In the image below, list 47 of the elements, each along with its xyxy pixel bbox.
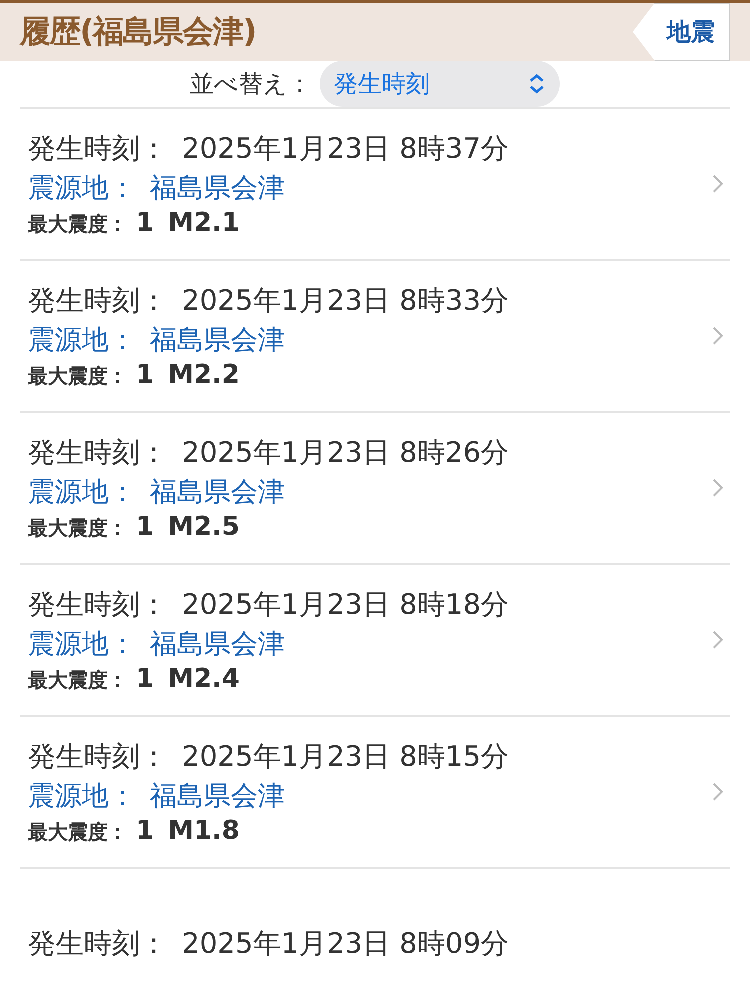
time-value: 2025年1月23日 8時09分 [182,926,510,962]
chevron-right-icon [712,174,724,194]
epicenter-label: 震源地： [28,172,136,206]
intensity-value: 1 [136,816,154,846]
epicenter-label: 震源地： [28,324,136,358]
magnitude-value: M2.5 [168,512,240,542]
time-value: 2025年1月23日 8時37分 [182,131,510,167]
chevron-right-icon [712,326,724,346]
time-label: 発生時刻： [28,283,168,319]
intensity-label: 最大震度： [28,515,128,542]
epicenter-value: 福島県会津 [150,172,285,206]
chevron-right-icon [712,782,724,802]
epicenter-label: 震源地： [28,780,136,814]
intensity-label: 最大震度： [28,211,128,238]
time-label: 発生時刻： [28,435,168,471]
time-label: 発生時刻： [28,739,168,775]
intensity-label: 最大震度： [28,667,128,694]
time-value: 2025年1月23日 8時18分 [182,587,510,623]
intensity-value: 1 [136,208,154,238]
sort-label: 並べ替え： [190,69,312,100]
back-button[interactable]: 地震 [633,3,730,61]
intensity-value: 1 [136,664,154,694]
chevron-right-icon [712,630,724,650]
epicenter-label: 震源地： [28,476,136,510]
magnitude-value: M2.2 [168,360,240,390]
time-label: 発生時刻： [28,587,168,623]
intensity-label: 最大震度： [28,363,128,390]
up-down-chevron-icon [528,73,546,95]
intensity-label: 最大震度： [28,819,128,846]
sort-select[interactable]: 発生時刻 [320,61,560,107]
epicenter-value: 福島県会津 [150,628,285,662]
epicenter-value: 福島県会津 [150,324,285,358]
intensity-value: 1 [136,512,154,542]
time-value: 2025年1月23日 8時26分 [182,435,510,471]
time-label: 発生時刻： [28,926,168,962]
page-title: 履歴(福島県会津) [20,13,256,52]
epicenter-label: 震源地： [28,628,136,662]
epicenter-value: 福島県会津 [150,476,285,510]
magnitude-value: M2.1 [168,208,240,238]
time-label: 発生時刻： [28,131,168,167]
time-value: 2025年1月23日 8時33分 [182,283,510,319]
chevron-right-icon [712,478,724,498]
magnitude-value: M2.4 [168,664,240,694]
epicenter-value: 福島県会津 [150,780,285,814]
magnitude-value: M1.8 [168,816,240,846]
time-value: 2025年1月23日 8時15分 [182,739,510,775]
intensity-value: 1 [136,360,154,390]
